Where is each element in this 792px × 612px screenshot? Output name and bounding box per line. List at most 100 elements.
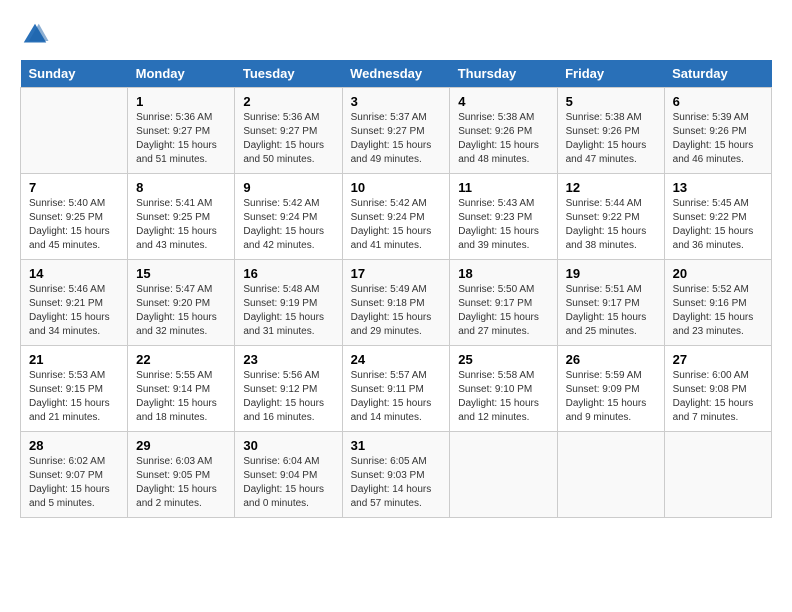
day-number: 13 <box>673 180 763 195</box>
day-info: Sunrise: 5:43 AM Sunset: 9:23 PM Dayligh… <box>458 197 548 253</box>
day-info: Sunrise: 6:04 AM Sunset: 9:04 PM Dayligh… <box>243 455 333 511</box>
day-cell: 25 Sunrise: 5:58 AM Sunset: 9:10 PM Dayli… <box>450 346 557 432</box>
calendar-header: SundayMondayTuesdayWednesdayThursdayFrid… <box>21 60 772 88</box>
day-info: Sunrise: 5:49 AM Sunset: 9:18 PM Dayligh… <box>351 283 442 339</box>
day-info: Sunrise: 5:36 AM Sunset: 9:27 PM Dayligh… <box>243 111 333 167</box>
day-cell: 17 Sunrise: 5:49 AM Sunset: 9:18 PM Dayli… <box>342 260 450 346</box>
day-number: 23 <box>243 352 333 367</box>
day-cell: 7 Sunrise: 5:40 AM Sunset: 9:25 PM Daylig… <box>21 174 128 260</box>
day-cell: 12 Sunrise: 5:44 AM Sunset: 9:22 PM Dayli… <box>557 174 664 260</box>
day-cell: 11 Sunrise: 5:43 AM Sunset: 9:23 PM Dayli… <box>450 174 557 260</box>
day-info: Sunrise: 5:48 AM Sunset: 9:19 PM Dayligh… <box>243 283 333 339</box>
day-info: Sunrise: 5:47 AM Sunset: 9:20 PM Dayligh… <box>136 283 226 339</box>
week-row-2: 7 Sunrise: 5:40 AM Sunset: 9:25 PM Daylig… <box>21 174 772 260</box>
day-number: 2 <box>243 94 333 109</box>
day-cell: 6 Sunrise: 5:39 AM Sunset: 9:26 PM Daylig… <box>664 88 771 174</box>
week-row-4: 21 Sunrise: 5:53 AM Sunset: 9:15 PM Dayli… <box>21 346 772 432</box>
day-cell <box>21 88 128 174</box>
day-cell: 20Sunrise: 5:52 AM Sunset: 9:16 PM Dayli… <box>664 260 771 346</box>
day-number: 15 <box>136 266 226 281</box>
day-info: Sunrise: 5:52 AM Sunset: 9:16 PM Dayligh… <box>673 283 763 339</box>
day-cell: 8Sunrise: 5:41 AM Sunset: 9:25 PM Daylig… <box>128 174 235 260</box>
day-number: 30 <box>243 438 333 453</box>
day-number: 22 <box>136 352 226 367</box>
day-cell: 28 Sunrise: 6:02 AM Sunset: 9:07 PM Dayli… <box>21 432 128 518</box>
day-number: 11 <box>458 180 548 195</box>
day-info: Sunrise: 5:42 AM Sunset: 9:24 PM Dayligh… <box>351 197 442 253</box>
day-cell: 19Sunrise: 5:51 AM Sunset: 9:17 PM Dayli… <box>557 260 664 346</box>
header-row: SundayMondayTuesdayWednesdayThursdayFrid… <box>21 60 772 88</box>
day-info: Sunrise: 5:57 AM Sunset: 9:11 PM Dayligh… <box>351 369 442 425</box>
day-info: Sunrise: 5:55 AM Sunset: 9:14 PM Dayligh… <box>136 369 226 425</box>
day-number: 4 <box>458 94 548 109</box>
day-info: Sunrise: 5:58 AM Sunset: 9:10 PM Dayligh… <box>458 369 548 425</box>
day-info: Sunrise: 5:44 AM Sunset: 9:22 PM Dayligh… <box>566 197 656 253</box>
day-info: Sunrise: 6:05 AM Sunset: 9:03 PM Dayligh… <box>351 455 442 511</box>
day-info: Sunrise: 6:02 AM Sunset: 9:07 PM Dayligh… <box>29 455 119 511</box>
day-cell: 27Sunrise: 6:00 AM Sunset: 9:08 PM Dayli… <box>664 346 771 432</box>
day-number: 24 <box>351 352 442 367</box>
day-cell: 31 Sunrise: 6:05 AM Sunset: 9:03 PM Dayli… <box>342 432 450 518</box>
day-cell: 1 Sunrise: 5:36 AM Sunset: 9:27 PM Daylig… <box>128 88 235 174</box>
day-cell: 14 Sunrise: 5:46 AM Sunset: 9:21 PM Dayli… <box>21 260 128 346</box>
day-info: Sunrise: 5:40 AM Sunset: 9:25 PM Dayligh… <box>29 197 119 253</box>
day-number: 16 <box>243 266 333 281</box>
day-cell <box>664 432 771 518</box>
day-info: Sunrise: 5:56 AM Sunset: 9:12 PM Dayligh… <box>243 369 333 425</box>
week-row-5: 28 Sunrise: 6:02 AM Sunset: 9:07 PM Dayli… <box>21 432 772 518</box>
day-cell: 16 Sunrise: 5:48 AM Sunset: 9:19 PM Dayli… <box>235 260 342 346</box>
day-number: 14 <box>29 266 119 281</box>
day-cell: 22 Sunrise: 5:55 AM Sunset: 9:14 PM Dayli… <box>128 346 235 432</box>
day-cell: 3 Sunrise: 5:37 AM Sunset: 9:27 PM Daylig… <box>342 88 450 174</box>
day-cell: 30 Sunrise: 6:04 AM Sunset: 9:04 PM Dayli… <box>235 432 342 518</box>
day-info: Sunrise: 5:59 AM Sunset: 9:09 PM Dayligh… <box>566 369 656 425</box>
header-cell-sunday: Sunday <box>21 60 128 88</box>
day-number: 9 <box>243 180 333 195</box>
day-info: Sunrise: 5:46 AM Sunset: 9:21 PM Dayligh… <box>29 283 119 339</box>
day-cell: 26 Sunrise: 5:59 AM Sunset: 9:09 PM Dayli… <box>557 346 664 432</box>
day-number: 10 <box>351 180 442 195</box>
day-info: Sunrise: 5:38 AM Sunset: 9:26 PM Dayligh… <box>566 111 656 167</box>
calendar-body: 1 Sunrise: 5:36 AM Sunset: 9:27 PM Daylig… <box>21 88 772 518</box>
day-number: 5 <box>566 94 656 109</box>
day-number: 26 <box>566 352 656 367</box>
day-info: Sunrise: 5:38 AM Sunset: 9:26 PM Dayligh… <box>458 111 548 167</box>
day-info: Sunrise: 5:36 AM Sunset: 9:27 PM Dayligh… <box>136 111 226 167</box>
day-cell <box>557 432 664 518</box>
logo <box>20 20 56 50</box>
day-cell: 21 Sunrise: 5:53 AM Sunset: 9:15 PM Dayli… <box>21 346 128 432</box>
day-info: Sunrise: 5:37 AM Sunset: 9:27 PM Dayligh… <box>351 111 442 167</box>
day-info: Sunrise: 5:50 AM Sunset: 9:17 PM Dayligh… <box>458 283 548 339</box>
header-cell-friday: Friday <box>557 60 664 88</box>
day-number: 12 <box>566 180 656 195</box>
calendar-table: SundayMondayTuesdayWednesdayThursdayFrid… <box>20 60 772 518</box>
day-cell: 15 Sunrise: 5:47 AM Sunset: 9:20 PM Dayli… <box>128 260 235 346</box>
day-cell: 29Sunrise: 6:03 AM Sunset: 9:05 PM Dayli… <box>128 432 235 518</box>
day-number: 28 <box>29 438 119 453</box>
day-number: 18 <box>458 266 548 281</box>
day-number: 1 <box>136 94 226 109</box>
day-number: 3 <box>351 94 442 109</box>
header-cell-wednesday: Wednesday <box>342 60 450 88</box>
day-number: 7 <box>29 180 119 195</box>
day-cell: 13Sunrise: 5:45 AM Sunset: 9:22 PM Dayli… <box>664 174 771 260</box>
day-number: 17 <box>351 266 442 281</box>
header-cell-thursday: Thursday <box>450 60 557 88</box>
day-info: Sunrise: 5:53 AM Sunset: 9:15 PM Dayligh… <box>29 369 119 425</box>
header-cell-saturday: Saturday <box>664 60 771 88</box>
logo-icon <box>20 20 50 50</box>
day-number: 8 <box>136 180 226 195</box>
day-cell <box>450 432 557 518</box>
day-info: Sunrise: 5:39 AM Sunset: 9:26 PM Dayligh… <box>673 111 763 167</box>
day-number: 21 <box>29 352 119 367</box>
day-cell: 5 Sunrise: 5:38 AM Sunset: 9:26 PM Daylig… <box>557 88 664 174</box>
header-cell-tuesday: Tuesday <box>235 60 342 88</box>
day-cell: 4 Sunrise: 5:38 AM Sunset: 9:26 PM Daylig… <box>450 88 557 174</box>
day-info: Sunrise: 5:42 AM Sunset: 9:24 PM Dayligh… <box>243 197 333 253</box>
day-number: 25 <box>458 352 548 367</box>
header-cell-monday: Monday <box>128 60 235 88</box>
day-number: 31 <box>351 438 442 453</box>
day-cell: 10 Sunrise: 5:42 AM Sunset: 9:24 PM Dayli… <box>342 174 450 260</box>
day-info: Sunrise: 6:03 AM Sunset: 9:05 PM Dayligh… <box>136 455 226 511</box>
day-number: 6 <box>673 94 763 109</box>
